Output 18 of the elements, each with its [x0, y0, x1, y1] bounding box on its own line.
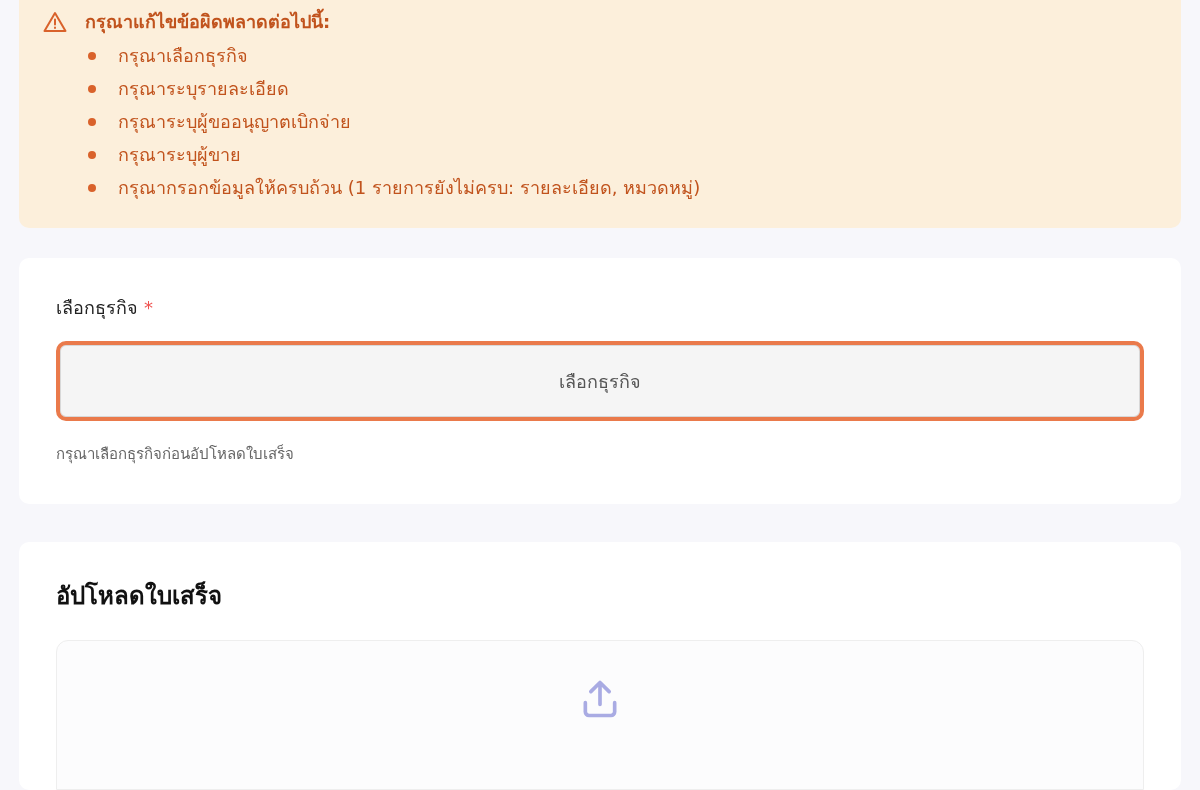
error-message: กรุณาเลือกธุรกิจ [118, 44, 248, 69]
bullet-icon [88, 51, 96, 60]
bullet-icon [88, 84, 96, 93]
section-title: อัปโหลดใบเสร็จ [56, 580, 223, 612]
bullet-icon [88, 117, 96, 126]
error-title: กรุณาแก้ไขข้อผิดพลาดต่อไปนี้: [85, 8, 331, 35]
error-message: กรุณาระบุผู้ขาย [118, 143, 241, 168]
error-message: กรุณาระบุผู้ขออนุญาตเบิกจ่าย [118, 110, 351, 135]
error-message: กรุณาระบุรายละเอียด [118, 77, 289, 102]
bullet-icon [88, 150, 96, 159]
bullet-icon [88, 183, 96, 192]
required-mark: * [144, 296, 153, 320]
field-label: เลือกธุรกิจ [56, 296, 138, 321]
error-message: กรุณากรอกข้อมูลให้ครบถ้วน (1 รายการยังไม่ครบ: รายละเอียด, หมวดหมู่) [118, 176, 701, 201]
warning-icon [43, 10, 67, 33]
business-select[interactable]: เลือกธุรกิจ [56, 341, 1144, 421]
upload-dropzone[interactable] [56, 639, 1144, 790]
hint-text: กรุณาเลือกธุรกิจก่อนอัปโหลดใบเสร็จ [56, 443, 295, 466]
